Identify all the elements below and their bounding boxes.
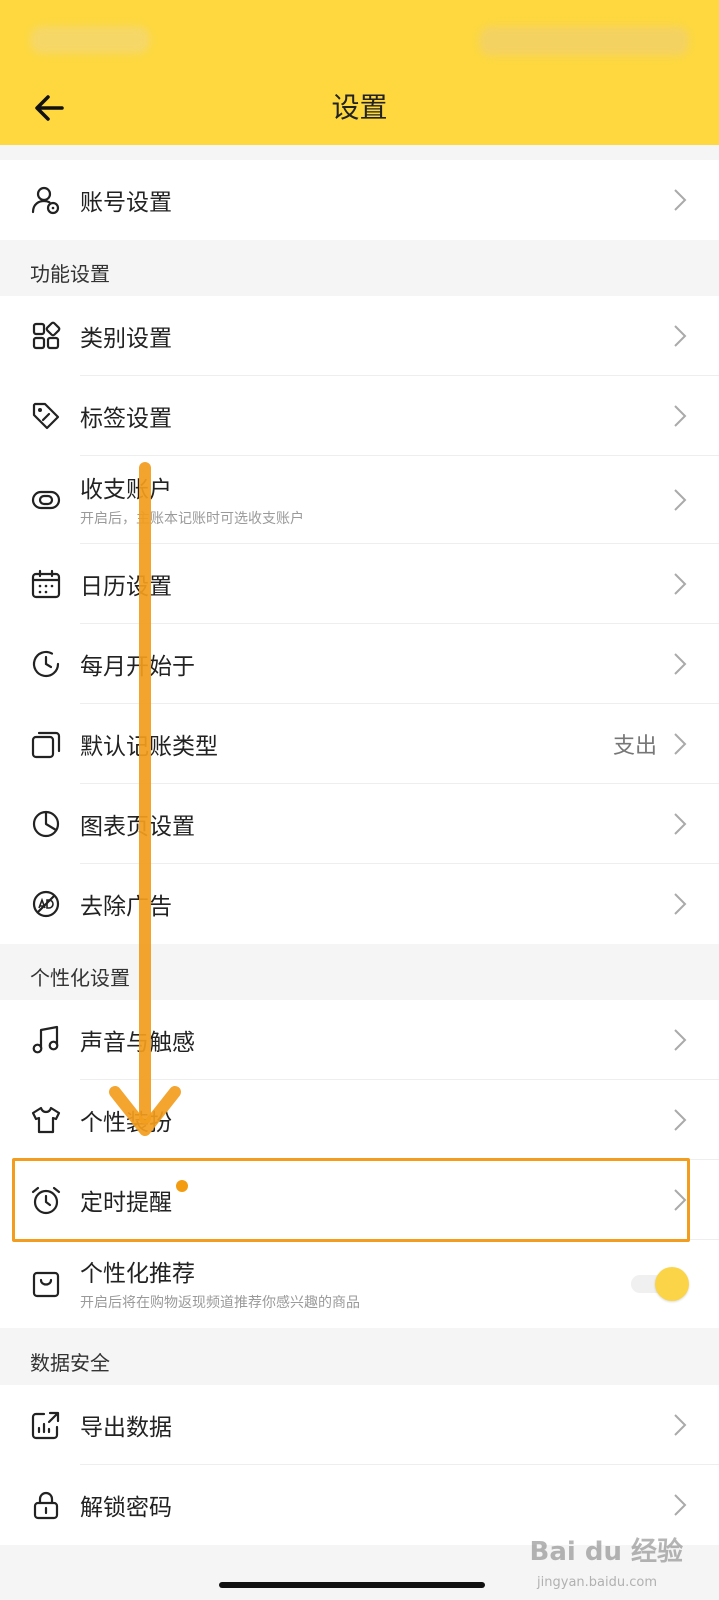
status-bar-right — [479, 26, 689, 56]
settings-row-sound[interactable]: 声音与触感 — [0, 1000, 719, 1080]
row-label: 导出数据 — [80, 1415, 172, 1441]
chevron-right-icon — [674, 573, 687, 595]
recommend-toggle[interactable] — [631, 1267, 689, 1301]
grid-icon — [32, 321, 61, 350]
features-group: 类别设置 标签设置 收支账户 开启后，主账本记账时可选收支账户 日历设置 每月开… — [0, 296, 719, 944]
row-label: 定时提醒 — [80, 1190, 172, 1216]
chevron-right-icon — [674, 189, 687, 211]
settings-row-recommend[interactable]: 个性化推荐 开启后将在购物返现频道推荐你感兴趣的商品 — [0, 1240, 719, 1328]
chevron-right-icon — [674, 1109, 687, 1131]
chevron-right-icon — [674, 653, 687, 675]
settings-row-reminder[interactable]: 定时提醒 — [0, 1160, 719, 1240]
shopping-bag-icon — [32, 1271, 60, 1298]
header-bar: 设置 — [0, 0, 719, 145]
layers-icon — [31, 731, 61, 759]
settings-row-category[interactable]: 类别设置 — [0, 296, 719, 376]
row-label: 去除广告 — [80, 894, 172, 920]
chevron-right-icon — [674, 325, 687, 347]
row-label: 默认记账类型 — [80, 734, 218, 760]
settings-row-remove-ads[interactable]: 去除广告 — [0, 864, 719, 944]
row-label: 收支账户 — [80, 477, 172, 503]
security-group: 导出数据 解锁密码 — [0, 1385, 719, 1545]
watermark-url: jingyan.baidu.com — [537, 1575, 657, 1590]
row-label: 账号设置 — [80, 190, 172, 216]
section-label-features: 功能设置 — [30, 262, 110, 286]
row-label: 标签设置 — [80, 406, 172, 432]
row-label: 个性装扮 — [80, 1110, 172, 1136]
settings-row-export[interactable]: 导出数据 — [0, 1385, 719, 1465]
row-sublabel: 开启后将在购物返现频道推荐你感兴趣的商品 — [80, 1295, 360, 1311]
row-value: 支出 — [612, 734, 657, 759]
settings-row-account-funds[interactable]: 收支账户 开启后，主账本记账时可选收支账户 — [0, 456, 719, 544]
link-icon — [31, 490, 61, 510]
toggle-knob — [655, 1267, 689, 1301]
row-label: 个性化推荐 — [80, 1261, 195, 1287]
row-sublabel: 开启后，主账本记账时可选收支账户 — [80, 511, 304, 527]
tshirt-icon — [31, 1106, 61, 1134]
settings-row-chart-page[interactable]: 图表页设置 — [0, 784, 719, 864]
chevron-right-icon — [674, 1189, 687, 1211]
music-note-icon — [32, 1025, 59, 1054]
personal-group: 声音与触感 个性装扮 定时提醒 个性化推荐 开启后将在购物返现频道推荐你感兴趣的… — [0, 1000, 719, 1328]
settings-row-month-start[interactable]: 每月开始于 — [0, 624, 719, 704]
chevron-right-icon — [674, 1029, 687, 1051]
tag-icon — [32, 402, 60, 430]
user-gear-icon — [31, 186, 60, 215]
row-label: 解锁密码 — [80, 1495, 172, 1521]
settings-row-theme[interactable]: 个性装扮 — [0, 1080, 719, 1160]
alarm-clock-icon — [31, 1186, 61, 1215]
settings-row-tag[interactable]: 标签设置 — [0, 376, 719, 456]
account-group: 账号设置 — [0, 160, 719, 240]
row-label: 图表页设置 — [80, 814, 195, 840]
row-label: 类别设置 — [80, 326, 172, 352]
row-label: 日历设置 — [80, 574, 172, 600]
no-ad-icon — [32, 890, 60, 918]
chevron-right-icon — [674, 813, 687, 835]
row-label: 每月开始于 — [80, 654, 195, 680]
settings-row-calendar[interactable]: 日历设置 — [0, 544, 719, 624]
export-chart-icon — [31, 1411, 60, 1440]
lock-icon — [33, 1491, 59, 1520]
pie-chart-icon — [32, 810, 60, 838]
chevron-right-icon — [674, 1494, 687, 1516]
chevron-right-icon — [674, 489, 687, 511]
chevron-right-icon — [674, 893, 687, 915]
page-title: 设置 — [331, 91, 388, 124]
clock-icon — [32, 650, 60, 678]
section-label-personal: 个性化设置 — [30, 966, 130, 990]
chevron-right-icon — [674, 1414, 687, 1436]
notification-dot — [176, 1180, 188, 1192]
row-label: 声音与触感 — [80, 1030, 195, 1056]
calendar-icon — [31, 569, 61, 599]
chevron-right-icon — [674, 733, 687, 755]
settings-row-account[interactable]: 账号设置 — [0, 160, 719, 240]
chevron-right-icon — [674, 405, 687, 427]
status-bar-left — [30, 26, 150, 54]
watermark-brand: Bai du 经验 — [529, 1537, 684, 1567]
settings-row-default-type[interactable]: 默认记账类型 支出 — [0, 704, 719, 784]
section-label-security: 数据安全 — [30, 1351, 110, 1375]
home-indicator — [219, 1582, 485, 1588]
